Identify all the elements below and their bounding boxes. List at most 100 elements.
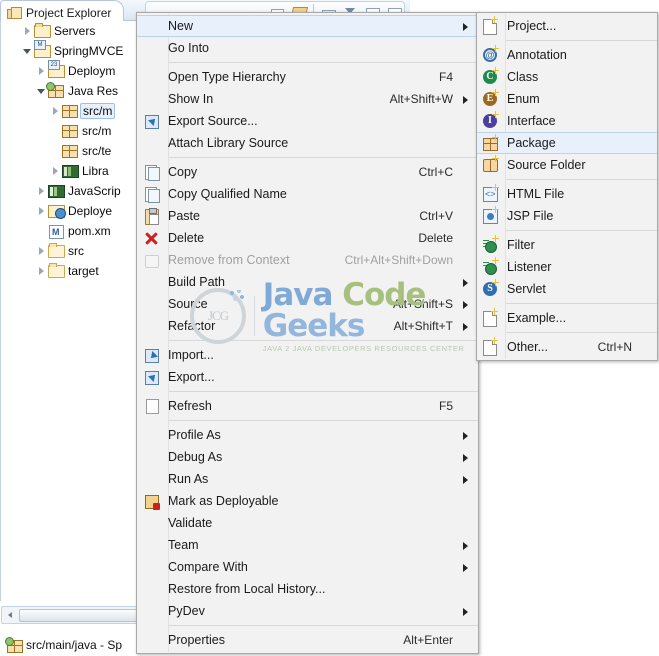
menu-item-other[interactable]: Other... Ctrl+N <box>477 336 657 358</box>
submenu-arrow-icon <box>459 297 468 311</box>
menu-separator <box>505 230 657 231</box>
menu-item-label: Mark as Deployable <box>168 494 279 508</box>
new-example-icon <box>482 308 498 327</box>
scroll-left-icon[interactable] <box>2 608 17 622</box>
menu-item-shortcut: Delete <box>418 231 453 245</box>
tree-item-label: Deploye <box>68 204 113 218</box>
libraries-icon <box>61 163 79 179</box>
menu-item-refresh[interactable]: Refresh F5 <box>137 395 478 417</box>
tree-item-label: Java Res <box>68 84 119 98</box>
menu-item-shortcut: F4 <box>438 70 453 84</box>
submenu-arrow-icon <box>459 560 468 574</box>
menu-item-source[interactable]: Source Alt+Shift+S <box>137 293 478 315</box>
menu-item-run-as[interactable]: Run As <box>137 468 478 490</box>
menu-item-new[interactable]: New <box>137 15 478 37</box>
menu-item-package[interactable]: Package <box>477 132 657 154</box>
menu-item-label: Build Path <box>168 275 225 289</box>
menu-item-label: Copy Qualified Name <box>168 187 287 201</box>
tree-item-label: src <box>68 244 84 258</box>
deployment-descriptor-icon: 23 <box>47 60 65 79</box>
source-package-icon <box>61 103 79 119</box>
twisty-collapsed-icon[interactable] <box>49 161 61 181</box>
menu-item-label: Refactor <box>168 319 216 333</box>
twisty-collapsed-icon[interactable] <box>35 201 47 221</box>
submenu-arrow-icon <box>459 92 468 106</box>
menu-item-annotation[interactable]: @ Annotation <box>477 44 657 66</box>
menu-item-label: New <box>168 19 194 33</box>
submenu-arrow-icon <box>459 538 468 552</box>
menu-item-export-source[interactable]: Export Source... <box>137 110 478 132</box>
menu-item-enum[interactable]: E Enum <box>477 88 657 110</box>
menu-item-html-file[interactable]: <> HTML File <box>477 183 657 205</box>
submenu-arrow-icon <box>459 19 468 33</box>
menu-item-label: HTML File <box>507 187 565 201</box>
menu-item-listener[interactable]: Listener <box>477 256 657 278</box>
menu-item-restore-from-local-history[interactable]: Restore from Local History... <box>137 578 478 600</box>
menu-item-shortcut: Ctrl+V <box>419 209 453 223</box>
menu-item-build-path[interactable]: Build Path <box>137 271 478 293</box>
menu-item-label: Filter <box>507 238 535 252</box>
menu-item-label: Refresh <box>168 399 212 413</box>
submenu-arrow-icon <box>459 319 468 333</box>
new-submenu[interactable]: Project... @ Annotation C Class E Enum I Interfa… <box>476 12 658 361</box>
menu-item-label: Run As <box>168 472 209 486</box>
new-html-file-icon: <> <box>482 184 499 202</box>
menu-item-class[interactable]: C Class <box>477 66 657 88</box>
menu-item-example[interactable]: Example... <box>477 307 657 329</box>
twisty-collapsed-icon[interactable] <box>35 61 47 81</box>
menu-item-pydev[interactable]: PyDev <box>137 600 478 622</box>
menu-item-show-in[interactable]: Show In Alt+Shift+W <box>137 88 478 110</box>
menu-item-label: Profile As <box>168 428 221 442</box>
menu-item-validate[interactable]: Validate <box>137 512 478 534</box>
menu-item-interface[interactable]: I Interface <box>477 110 657 132</box>
tree-item-label: target <box>68 264 99 278</box>
menu-item-open-type-hierarchy[interactable]: Open Type Hierarchy F4 <box>137 66 478 88</box>
import-icon <box>143 347 160 363</box>
context-menu[interactable]: New Go Into Open Type Hierarchy F4 Show In Al… <box>136 12 479 654</box>
twisty-collapsed-icon[interactable] <box>35 261 47 281</box>
menu-item-source-folder[interactable]: Source Folder <box>477 154 657 176</box>
tree-item-label: src/m <box>80 103 116 119</box>
twisty-collapsed-icon[interactable] <box>35 241 47 261</box>
menu-separator <box>168 391 478 392</box>
tab-project-explorer[interactable]: Project Explorer <box>0 0 125 23</box>
new-listener-icon <box>482 257 499 275</box>
menu-item-profile-as[interactable]: Profile As <box>137 424 478 446</box>
menu-item-filter[interactable]: Filter <box>477 234 657 256</box>
new-enum-icon: E <box>482 89 499 107</box>
menu-item-project[interactable]: Project... <box>477 15 657 37</box>
twisty-collapsed-icon[interactable] <box>35 181 47 201</box>
submenu-arrow-icon <box>459 428 468 442</box>
menu-item-label: Remove from Context <box>168 253 290 267</box>
menu-separator <box>168 625 478 626</box>
menu-item-import[interactable]: Import... <box>137 344 478 366</box>
menu-item-go-into[interactable]: Go Into <box>137 37 478 59</box>
menu-item-servlet[interactable]: S Servlet <box>477 278 657 300</box>
menu-item-attach-library-source[interactable]: Attach Library Source <box>137 132 478 154</box>
new-class-icon: C <box>482 67 499 85</box>
menu-item-export[interactable]: Export... <box>137 366 478 388</box>
twisty-none <box>35 221 47 241</box>
menu-item-compare-with[interactable]: Compare With <box>137 556 478 578</box>
menu-item-debug-as[interactable]: Debug As <box>137 446 478 468</box>
tree-item-label: JavaScrip <box>68 184 121 198</box>
menu-item-jsp-file[interactable]: JSP File <box>477 205 657 227</box>
twisty-expanded-icon[interactable] <box>21 41 33 61</box>
menu-item-label: Other... <box>507 340 548 354</box>
menu-separator <box>168 420 478 421</box>
menu-item-mark-as-deployable[interactable]: Mark as Deployable <box>137 490 478 512</box>
menu-item-copy[interactable]: Copy Ctrl+C <box>137 161 478 183</box>
twisty-collapsed-icon[interactable] <box>49 101 61 121</box>
menu-item-properties[interactable]: Properties Alt+Enter <box>137 629 478 651</box>
twisty-collapsed-icon[interactable] <box>21 21 33 41</box>
menu-item-label: Validate <box>168 516 213 530</box>
menu-item-copy-qualified-name[interactable]: Copy Qualified Name <box>137 183 478 205</box>
tree-item-label: pom.xm <box>68 224 111 238</box>
twisty-expanded-icon[interactable] <box>35 81 47 101</box>
menu-item-shortcut: Alt+Shift+T <box>393 319 453 333</box>
new-jsp-file-icon <box>482 206 499 224</box>
menu-item-delete[interactable]: Delete Delete <box>137 227 478 249</box>
menu-item-paste[interactable]: Paste Ctrl+V <box>137 205 478 227</box>
menu-item-team[interactable]: Team <box>137 534 478 556</box>
menu-item-refactor[interactable]: Refactor Alt+Shift+T <box>137 315 478 337</box>
